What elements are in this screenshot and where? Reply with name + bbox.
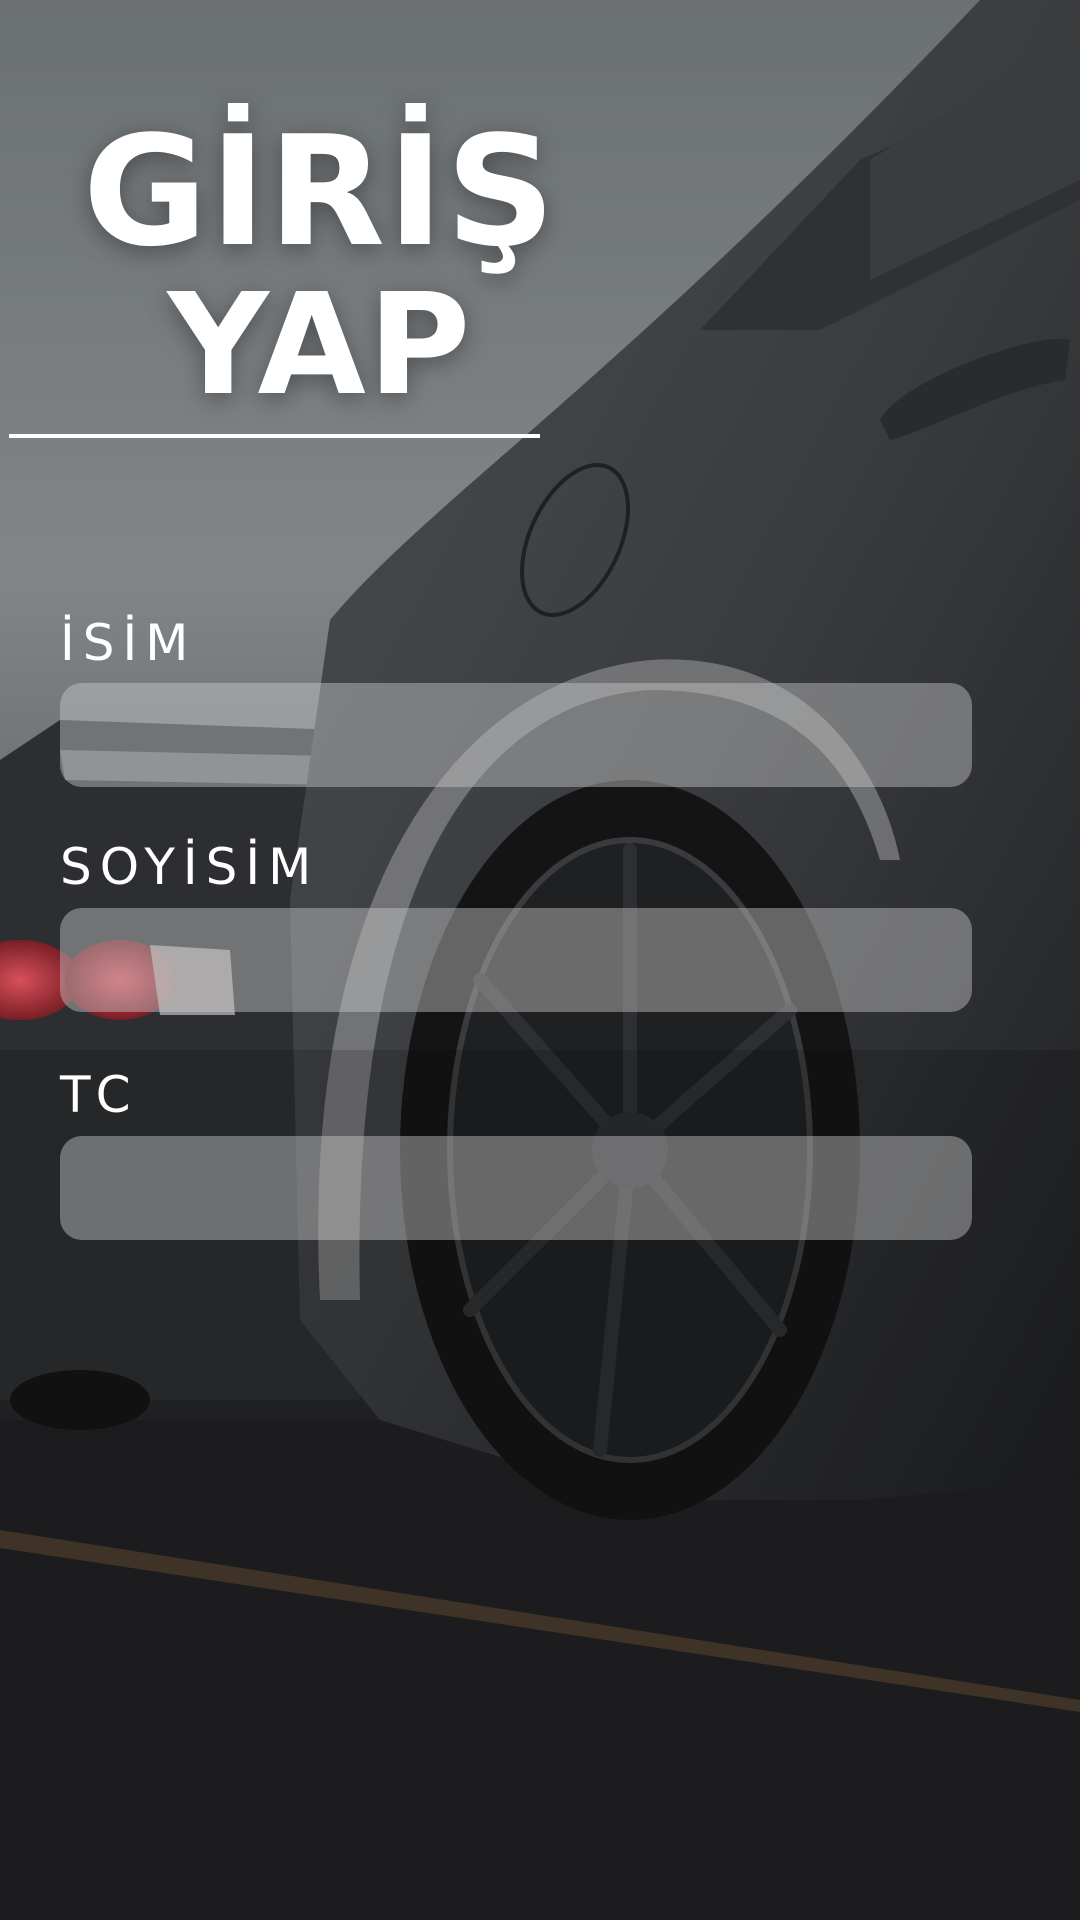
tc-input[interactable] — [60, 1136, 972, 1240]
page-title-line1: GİRİŞ — [82, 103, 558, 280]
title-divider — [9, 434, 540, 438]
tc-label: TC — [60, 1066, 139, 1124]
surname-input[interactable] — [60, 908, 972, 1012]
surname-label: SOYİSİM — [60, 838, 320, 896]
page-title-line2: YAP — [167, 264, 473, 427]
name-label: İSİM — [60, 614, 197, 672]
name-input[interactable] — [60, 683, 972, 787]
